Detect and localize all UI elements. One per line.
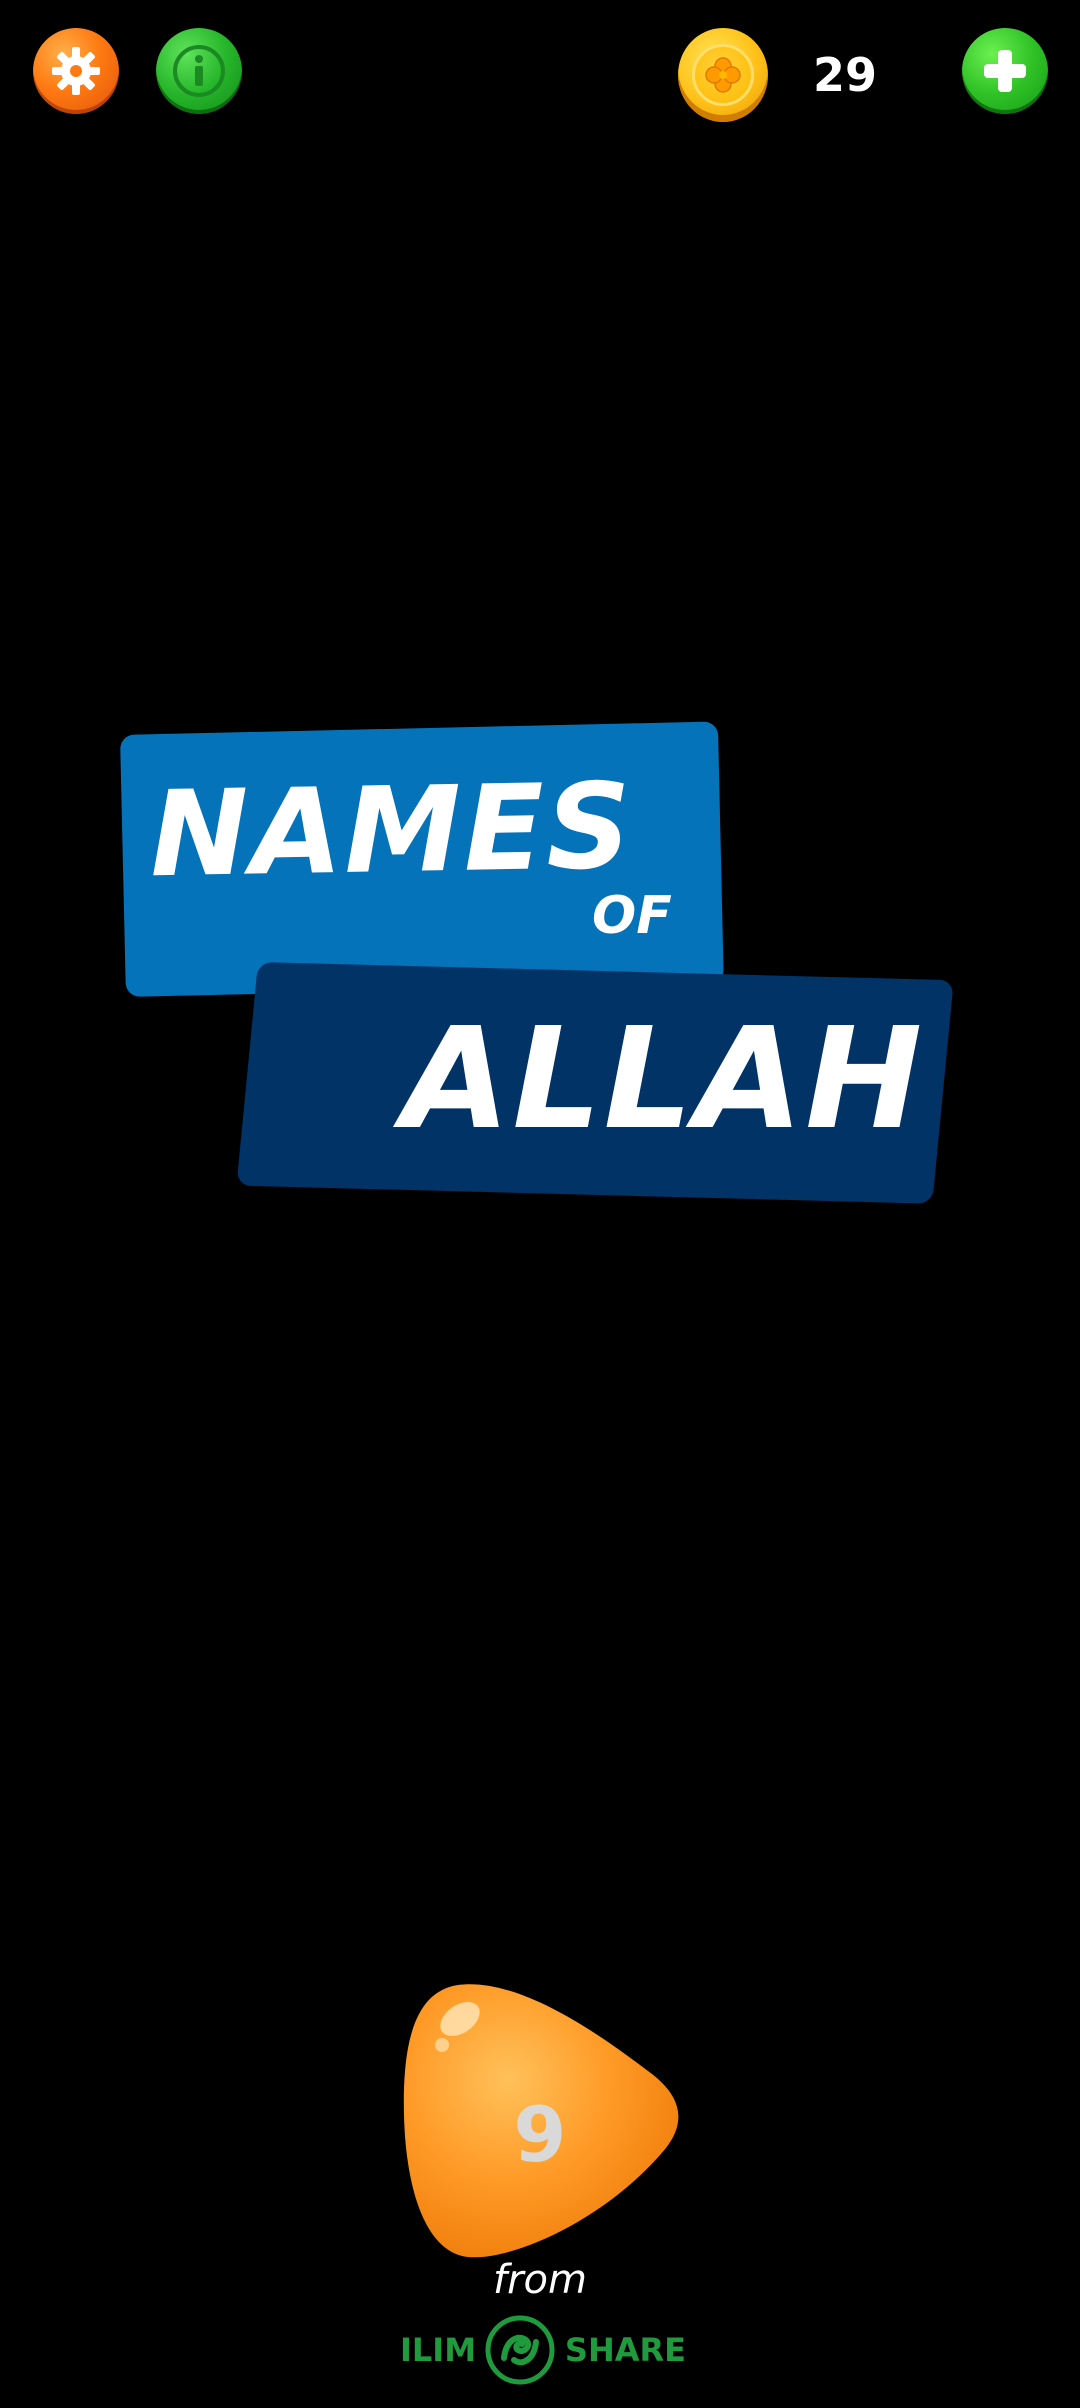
brand-right-word: SHARE <box>564 2331 686 2369</box>
add-coins-button[interactable] <box>962 28 1048 114</box>
info-button[interactable] <box>156 28 242 114</box>
from-label: from <box>493 2257 587 2303</box>
logo-word-allah: ALLAH <box>402 998 925 1161</box>
ilim-share-logo-icon <box>485 2315 555 2385</box>
play-level-number: 9 <box>513 2090 567 2179</box>
logo-panel-bottom <box>236 962 954 1204</box>
info-icon <box>173 45 225 97</box>
clover-coin-icon <box>705 57 741 93</box>
settings-button[interactable] <box>33 28 119 114</box>
logo-word-names: NAMES <box>148 756 635 904</box>
brand-left-word: ILIM <box>400 2331 477 2369</box>
plus-icon <box>984 50 1026 92</box>
gear-icon <box>52 47 100 95</box>
logo-word-of: OF <box>592 886 672 946</box>
coin-count: 29 <box>812 48 877 102</box>
coin-icon <box>678 28 768 122</box>
logo-panel-top <box>120 721 724 997</box>
ilim-share-brand: ILIM SHARE <box>400 2314 686 2386</box>
